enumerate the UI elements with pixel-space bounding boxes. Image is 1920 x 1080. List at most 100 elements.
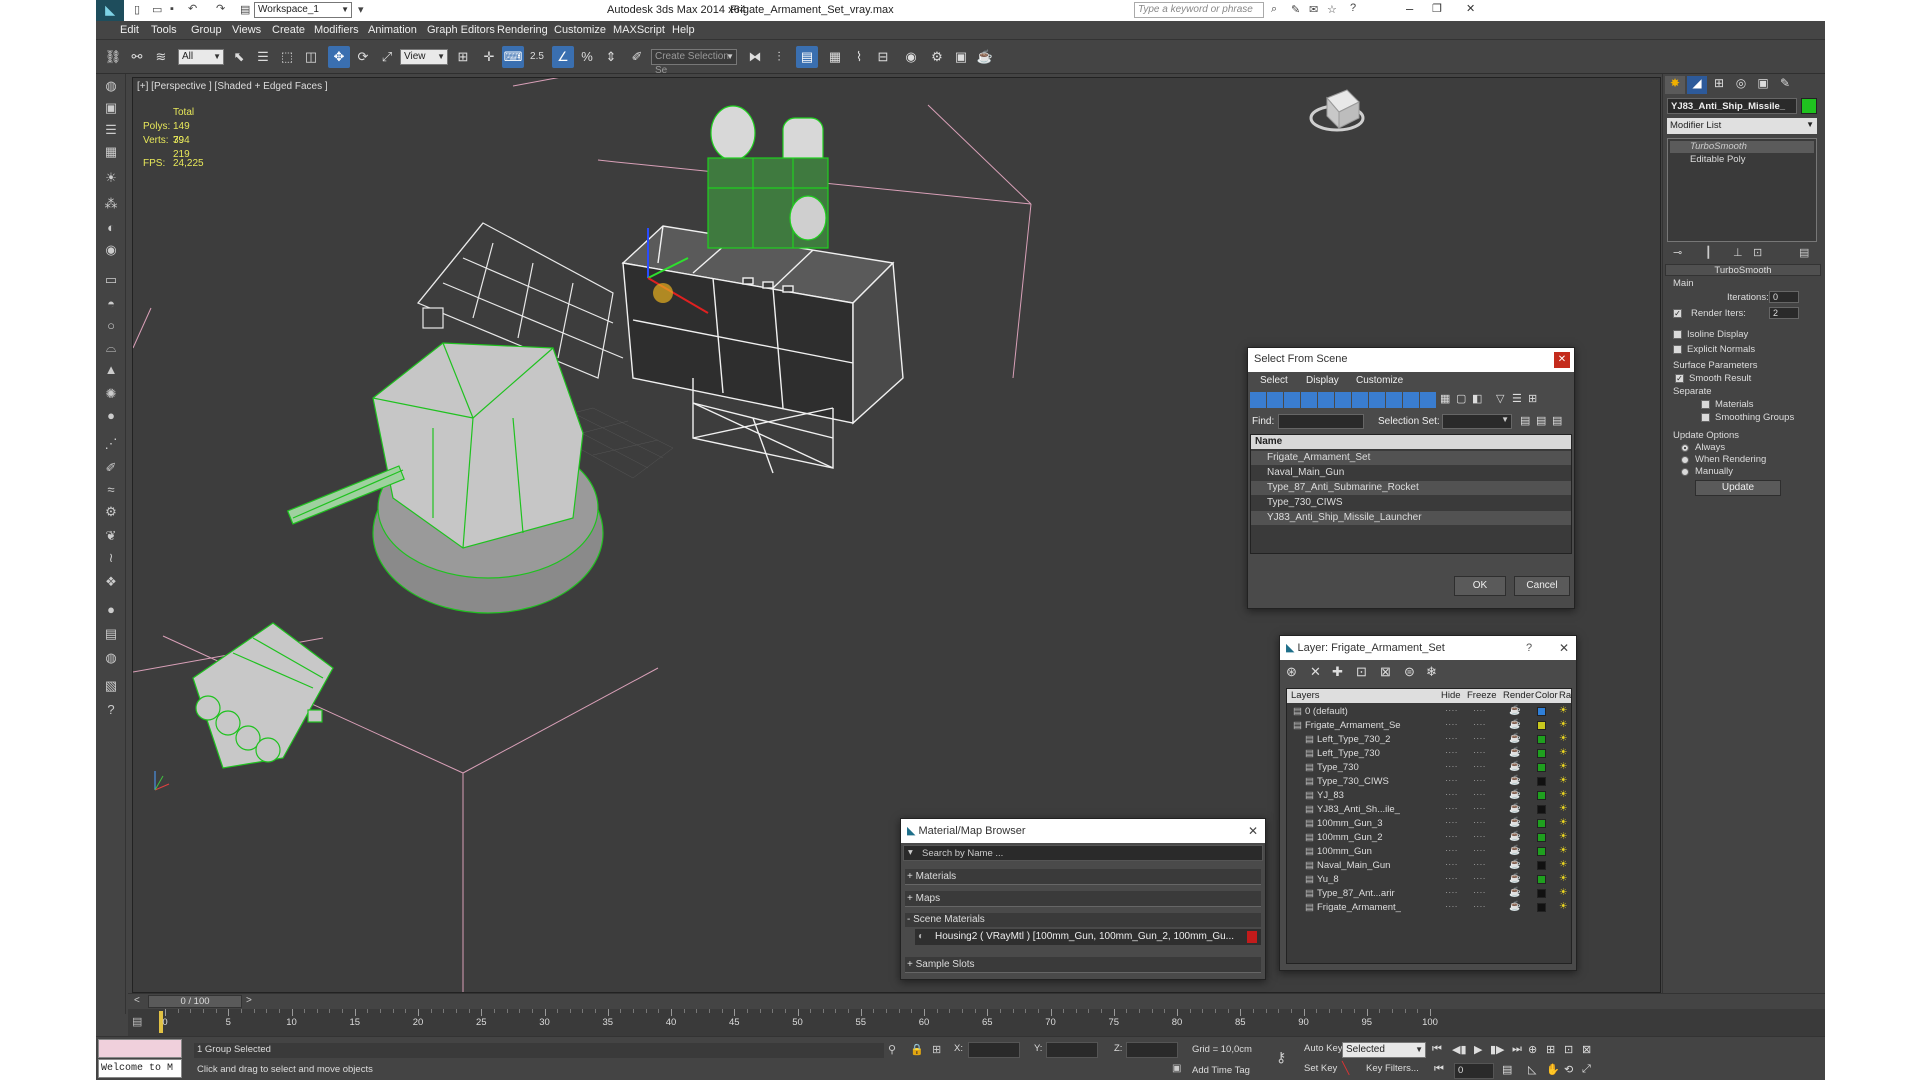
freeze-toggle[interactable]: ···· xyxy=(1473,873,1486,884)
radiosity-icon[interactable]: ☀ xyxy=(1559,719,1568,730)
time-configuration-icon[interactable]: ▤ xyxy=(1502,1063,1512,1076)
isoline-checkbox[interactable] xyxy=(1673,330,1682,339)
time-slider[interactable]: < 0 / 100 > xyxy=(128,993,1825,1009)
absolute-mode-icon[interactable]: ⊞ xyxy=(932,1043,941,1056)
selection-set-dropdown[interactable]: ▼ xyxy=(1442,414,1512,429)
select-all-icon[interactable]: ▤ xyxy=(1520,414,1530,427)
menu-group[interactable]: Group xyxy=(191,24,222,36)
layer-row[interactable]: ▤ Frigate_Armament_Se ···· ···· ☕ ☀ xyxy=(1287,719,1571,733)
sky-sphere-icon[interactable]: ● xyxy=(101,406,121,426)
freeze-toggle[interactable]: ···· xyxy=(1473,705,1486,716)
minimize-icon[interactable]: – xyxy=(1406,1,1413,16)
scene-material-item[interactable]: ◐ Housing2 ( VRayMtl ) [100mm_Gun, 100mm… xyxy=(915,929,1261,945)
browser-search-input[interactable]: ▾ Search by Name ... xyxy=(903,845,1263,861)
layer-name[interactable]: Left_Type_730 xyxy=(1317,748,1405,759)
hair-icon[interactable]: ≀ xyxy=(101,548,121,568)
globe-icon[interactable]: ◍ xyxy=(101,648,121,668)
hide-toggle[interactable]: ···· xyxy=(1445,873,1458,884)
render-setup-icon[interactable]: ⚙ xyxy=(926,46,948,68)
show-end-result-icon[interactable]: ┃ xyxy=(1705,246,1712,259)
named-selection-set-input[interactable]: Create Selection Se ▼ xyxy=(651,49,737,76)
render-teapot-icon[interactable]: ☕ xyxy=(1509,719,1521,730)
stack-item-turbosmooth[interactable]: TurboSmooth xyxy=(1670,141,1814,153)
hide-toggle[interactable]: ···· xyxy=(1445,789,1458,800)
layer-row[interactable]: ▤ Left_Type_730_2 ···· ···· ☕ ☀ xyxy=(1287,733,1571,747)
layer-table[interactable]: Layers Hide Freeze Render Color Radiosit… xyxy=(1286,688,1572,964)
layer-row[interactable]: ▤ 100mm_Gun_2 ···· ···· ☕ ☀ xyxy=(1287,831,1571,845)
layer-name[interactable]: Type_87_Ant...arir xyxy=(1317,888,1405,899)
spinner-snap-icon[interactable]: ⇕ xyxy=(600,46,622,68)
render-teapot-icon[interactable]: ☕ xyxy=(1509,789,1521,800)
layer-color-swatch[interactable] xyxy=(1537,721,1546,730)
add-time-tag-icon[interactable]: ▣ xyxy=(1172,1063,1181,1074)
snaps-toggle-icon[interactable]: 2.5 xyxy=(526,46,548,68)
connect-icon[interactable]: ✉ xyxy=(1309,3,1318,16)
radiosity-icon[interactable]: ☀ xyxy=(1559,775,1568,786)
layer-color-swatch[interactable] xyxy=(1537,819,1546,828)
new-file-icon[interactable]: ▯ xyxy=(134,3,140,16)
brush-icon[interactable]: ✐ xyxy=(101,458,121,478)
zoom-extents-icon[interactable]: ⊡ xyxy=(1564,1043,1573,1056)
app-logo-icon[interactable]: ◣ xyxy=(96,0,124,21)
type-730-ciws-model[interactable] xyxy=(707,105,829,249)
col-freeze[interactable]: Freeze xyxy=(1467,690,1497,701)
hide-toggle[interactable]: ···· xyxy=(1445,719,1458,730)
utilities-tab-icon[interactable]: ✎ xyxy=(1775,76,1795,94)
display-bones-icon[interactable] xyxy=(1386,392,1402,408)
freeze-toggle[interactable]: ···· xyxy=(1473,901,1486,912)
display-groups-icon[interactable] xyxy=(1352,392,1368,408)
radiosity-icon[interactable]: ☀ xyxy=(1559,747,1568,758)
menu-edit[interactable]: Edit xyxy=(120,24,139,36)
col-color[interactable]: Color xyxy=(1535,690,1558,701)
sun-icon[interactable]: ✺ xyxy=(101,384,121,404)
display-xrefs-icon[interactable] xyxy=(1369,392,1385,408)
isolate-icon[interactable]: ⚲ xyxy=(888,1043,896,1056)
layer-row[interactable]: ▤ YJ83_Anti_Sh...ile_ ···· ···· ☕ ☀ xyxy=(1287,803,1571,817)
reference-coordinate-dropdown[interactable]: View ▼ xyxy=(400,49,448,65)
field-of-view-icon[interactable]: ◺ xyxy=(1528,1063,1536,1076)
freeze-toggle[interactable]: ···· xyxy=(1473,789,1486,800)
orbit-icon[interactable]: ⟲ xyxy=(1564,1063,1573,1076)
col-hide[interactable]: Hide xyxy=(1441,690,1461,701)
hide-toggle[interactable]: ···· xyxy=(1445,831,1458,842)
layer-row[interactable]: ▤ Type_730_CIWS ···· ···· ☕ ☀ xyxy=(1287,775,1571,789)
scene-materials-group[interactable]: - Scene Materials xyxy=(905,913,1261,927)
redo-icon[interactable]: ↷ xyxy=(216,2,225,15)
prev-frame-arrow-icon[interactable]: < xyxy=(134,995,140,1006)
render-teapot-icon[interactable]: ☕ xyxy=(1509,887,1521,898)
open-file-icon[interactable]: ▭ xyxy=(152,3,162,16)
modifier-stack[interactable]: TurboSmooth Editable Poly xyxy=(1667,138,1817,242)
light-icon[interactable]: ☀ xyxy=(101,168,121,188)
maxscript-listener-white[interactable]: Welcome to M xyxy=(98,1059,182,1078)
render-teapot-icon[interactable]: ☕ xyxy=(1509,873,1521,884)
layer-name[interactable]: Yu_8 xyxy=(1317,874,1405,885)
render-teapot-icon[interactable]: ☕ xyxy=(1509,803,1521,814)
zoom-extents-all-icon[interactable]: ⊠ xyxy=(1582,1043,1591,1056)
select-object-icon[interactable]: ⬉ xyxy=(228,46,250,68)
layer-row[interactable]: ▤ 0 (default) ···· ···· ☕ ☀ xyxy=(1287,705,1571,719)
menu-select[interactable]: Select xyxy=(1260,375,1288,386)
hide-all-icon[interactable]: ⊜ xyxy=(1404,664,1415,680)
menu-graph-editors[interactable]: Graph Editors xyxy=(427,24,495,36)
layer-color-swatch[interactable] xyxy=(1537,833,1546,842)
render-iters-checkbox[interactable]: ✓ xyxy=(1673,309,1682,318)
radiosity-icon[interactable]: ☀ xyxy=(1559,845,1568,856)
layer-color-swatch[interactable] xyxy=(1537,735,1546,744)
freeze-toggle[interactable]: ···· xyxy=(1473,831,1486,842)
display-containers-icon[interactable] xyxy=(1403,392,1419,408)
invert-display-icon[interactable]: ◧ xyxy=(1472,392,1486,408)
radiosity-icon[interactable]: ☀ xyxy=(1559,873,1568,884)
layer-color-swatch[interactable] xyxy=(1537,791,1546,800)
freeze-toggle[interactable]: ···· xyxy=(1473,761,1486,772)
window-crossing-icon[interactable]: ◫ xyxy=(300,46,322,68)
menu-modifiers[interactable]: Modifiers xyxy=(314,24,359,36)
update-button[interactable]: Update xyxy=(1695,480,1781,496)
hide-toggle[interactable]: ···· xyxy=(1445,859,1458,870)
layer-row[interactable]: ▤ Naval_Main_Gun ···· ···· ☕ ☀ xyxy=(1287,859,1571,873)
maximize-viewport-icon[interactable]: ⤢ xyxy=(1582,1063,1591,1076)
favorites-star-icon[interactable]: ☆ xyxy=(1327,3,1337,16)
close-icon[interactable]: ✕ xyxy=(1554,352,1570,368)
hide-toggle[interactable]: ···· xyxy=(1445,845,1458,856)
add-time-tag[interactable]: Add Time Tag xyxy=(1192,1065,1250,1076)
menu-create[interactable]: Create xyxy=(272,24,305,36)
